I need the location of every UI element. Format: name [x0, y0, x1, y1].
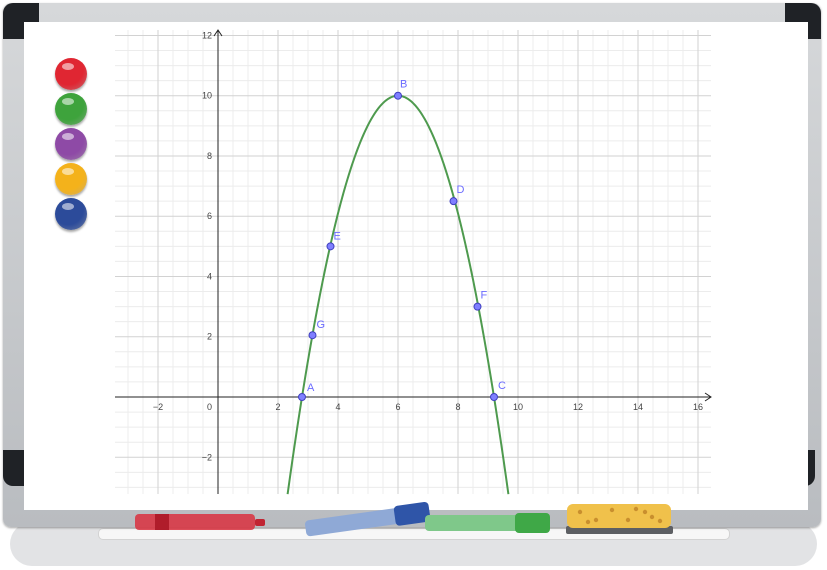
point-label-a: A [307, 382, 315, 394]
point-f [473, 302, 482, 311]
red-marker [135, 514, 255, 530]
tray-items [135, 501, 673, 537]
x-tick-label: −2 [153, 402, 163, 412]
sponge-pore [577, 509, 583, 515]
blue-marker [305, 501, 431, 537]
y-tick-label: 12 [202, 30, 212, 40]
point-label-g: G [317, 319, 326, 331]
point-label-e: E [334, 230, 341, 242]
sponge-pore [633, 506, 639, 512]
point-e [326, 242, 335, 251]
x-tick-label: 16 [693, 402, 703, 412]
sponge-pore [585, 519, 591, 525]
y-tick-label: 2 [207, 332, 212, 342]
sponge-pore [657, 518, 663, 524]
y-tick-label: 6 [207, 211, 212, 221]
point-label-b: B [400, 79, 407, 91]
x-tick-label: 8 [455, 402, 460, 412]
red-marker-tip [255, 519, 265, 526]
origin-label: 0 [207, 402, 212, 412]
point-d [449, 197, 458, 206]
graph-plot: −2 2 4 6 8 10 12 14 16 −2 2 4 6 8 10 12 0 A B C D E F G [115, 29, 712, 537]
sponge-pore [625, 517, 631, 523]
x-tick-label: 10 [513, 402, 523, 412]
point-label-c: C [498, 380, 506, 392]
point-a [298, 393, 306, 401]
sponge-pore [649, 514, 655, 520]
x-tick-label: 12 [573, 402, 583, 412]
sponge-eraser [567, 504, 671, 528]
x-tick-label: 2 [275, 402, 280, 412]
sponge-pore [593, 517, 599, 523]
y-tick-label: 10 [202, 91, 212, 101]
x-tick-label: 14 [633, 402, 643, 412]
point-label-f: F [481, 290, 488, 302]
sponge-pore [609, 507, 615, 513]
point-c [490, 393, 498, 401]
y-tick-label: 4 [207, 271, 212, 281]
x-tick-label: 4 [335, 402, 340, 412]
point-g [308, 331, 317, 340]
y-tick-label: 8 [207, 151, 212, 161]
x-tick-label: 6 [395, 402, 400, 412]
green-marker-cap [515, 513, 550, 533]
sponge-pore [642, 509, 648, 515]
point-label-d: D [457, 184, 465, 196]
red-marker-cap-band [155, 514, 169, 530]
point-b [394, 91, 402, 100]
y-tick-label: −2 [202, 452, 212, 462]
